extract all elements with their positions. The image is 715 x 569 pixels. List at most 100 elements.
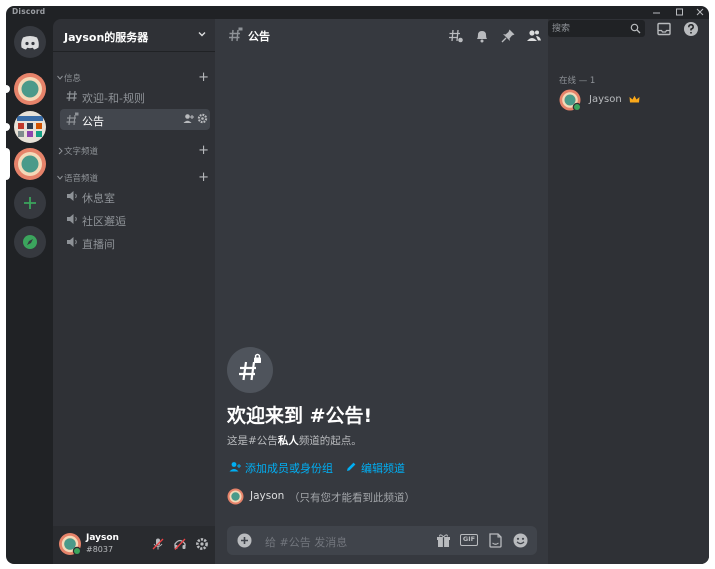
category-text-channels[interactable]: 文字频道 + [53, 144, 215, 158]
channel-sidebar: Jayson的服务器 信息 + 欢迎-和-规则 公告 文字频道 + 语音频道 +… [53, 19, 215, 564]
user-tag: #8037 [86, 545, 114, 554]
announcement-channel-icon [66, 112, 79, 126]
home-button[interactable] [14, 26, 46, 58]
avatar-ring-icon [14, 148, 46, 180]
note-username: Jayson [250, 490, 285, 502]
member-row[interactable]: Jayson [559, 89, 699, 113]
chevron-down-icon [57, 75, 63, 80]
compass-icon [23, 235, 37, 249]
subtitle-bold: 私人 [277, 435, 299, 447]
pin-icon[interactable] [500, 28, 516, 44]
guild-header[interactable]: Jayson的服务器 [53, 19, 215, 52]
gear-icon[interactable] [197, 113, 208, 124]
avatar-ring-icon [14, 73, 46, 105]
mute-mic-icon[interactable] [151, 537, 165, 551]
guild-name: Jayson的服务器 [64, 31, 149, 44]
user-avatar [227, 488, 244, 505]
create-channel-button[interactable]: + [198, 71, 209, 84]
member-avatar [559, 89, 582, 112]
channel-welcome-badge [227, 347, 273, 393]
message-composer[interactable]: 给 #公告 发消息 GIF [227, 526, 537, 555]
upload-plus-icon[interactable] [237, 533, 252, 548]
server-avatar-1[interactable] [14, 73, 46, 105]
channel-label: 休息室 [82, 192, 115, 205]
voice-channel-stream[interactable]: 直播间 [60, 232, 210, 253]
notification-bell-icon[interactable] [474, 28, 490, 44]
link-label: 添加成员或身份组 [245, 462, 333, 475]
category-voice-channels[interactable]: 语音频道 + [53, 171, 215, 185]
crown-icon [629, 95, 640, 103]
game-thumbnail-icon [17, 116, 43, 137]
server-rail [6, 19, 53, 564]
message-input[interactable]: 给 #公告 发消息 [265, 534, 347, 550]
search-box[interactable] [548, 20, 645, 37]
announcement-channel-icon [239, 353, 261, 381]
inbox-icon[interactable] [656, 21, 672, 37]
unread-indicator [6, 123, 10, 131]
member-name: Jayson [589, 94, 622, 105]
create-channel-button[interactable]: + [198, 144, 209, 157]
threads-icon[interactable] [448, 28, 464, 44]
chevron-down-icon [57, 175, 63, 180]
help-icon[interactable] [683, 21, 699, 37]
channel-label: 公告 [82, 115, 104, 128]
discord-logo-icon [21, 36, 39, 50]
add-member-icon[interactable] [183, 113, 194, 124]
speaker-icon [67, 191, 77, 201]
category-label: 语音频道 [64, 174, 99, 184]
channel-header: 公告 [215, 19, 548, 52]
category-label: 信息 [64, 74, 82, 84]
deafen-headphones-icon[interactable] [173, 537, 187, 551]
member-group-header: 在线 — 1 [559, 76, 596, 86]
close-icon [696, 8, 704, 16]
subtitle-text: 这是#公告 [227, 435, 278, 447]
gift-icon[interactable] [436, 533, 451, 548]
member-list-icon[interactable] [526, 28, 542, 44]
text-channel-icon [66, 90, 77, 102]
emoji-icon[interactable] [513, 533, 528, 548]
gif-button[interactable]: GIF [460, 534, 478, 546]
channel-welcome-rules[interactable]: 欢迎-和-规则 [60, 86, 210, 107]
create-channel-button[interactable]: + [198, 171, 209, 184]
plus-icon [24, 197, 36, 209]
add-member-icon [229, 462, 241, 472]
settings-gear-icon[interactable] [195, 537, 209, 551]
search-icon [630, 23, 641, 34]
voice-channel-lounge[interactable]: 休息室 [60, 186, 210, 207]
minimize-icon [653, 12, 660, 14]
user-panel: Jayson #8037 [53, 526, 215, 564]
main-chat-area: 公告 欢迎来到 #公告! 这是#公告私人频道的起点。 添加成员或身份组 编辑频道… [215, 19, 548, 564]
member-list: 在线 — 1 Jayson [548, 19, 709, 564]
chevron-down-icon [198, 32, 206, 37]
channel-label: 社区邂逅 [82, 215, 126, 228]
pencil-icon [347, 462, 356, 471]
unread-indicator [6, 85, 10, 93]
voice-channel-community[interactable]: 社区邂逅 [60, 209, 210, 230]
close-button[interactable] [693, 6, 708, 19]
server-avatar-2[interactable] [14, 111, 46, 143]
selected-indicator [6, 148, 10, 180]
category-info[interactable]: 信息 + [53, 71, 215, 85]
speaker-icon [67, 237, 77, 247]
user-avatar[interactable] [58, 532, 82, 556]
note-text: （只有您才能看到此频道） [289, 492, 415, 504]
speaker-icon [67, 214, 77, 224]
chevron-right-icon [58, 147, 63, 155]
explore-servers-button[interactable] [14, 226, 46, 258]
maximize-button[interactable] [672, 6, 687, 19]
link-label: 编辑频道 [361, 462, 405, 475]
minimize-button[interactable] [649, 6, 664, 19]
channel-title: 公告 [248, 30, 270, 43]
maximize-icon [676, 8, 683, 16]
channel-label: 直播间 [82, 238, 115, 251]
welcome-title: 欢迎来到 #公告! [227, 405, 373, 427]
discord-window: Discord Jayson的服务器 信息 + 欢迎-和-规则 公告 文字频道 … [6, 6, 709, 564]
channel-announcements[interactable]: 公告 [60, 109, 210, 130]
add-server-button[interactable] [14, 187, 46, 219]
sticker-icon[interactable] [488, 533, 503, 548]
server-avatar-3[interactable] [14, 148, 46, 180]
channel-label: 欢迎-和-规则 [82, 92, 145, 105]
search-input[interactable] [548, 20, 628, 37]
app-title: Discord [12, 7, 46, 16]
subtitle-text: 频道的起点。 [298, 435, 362, 447]
